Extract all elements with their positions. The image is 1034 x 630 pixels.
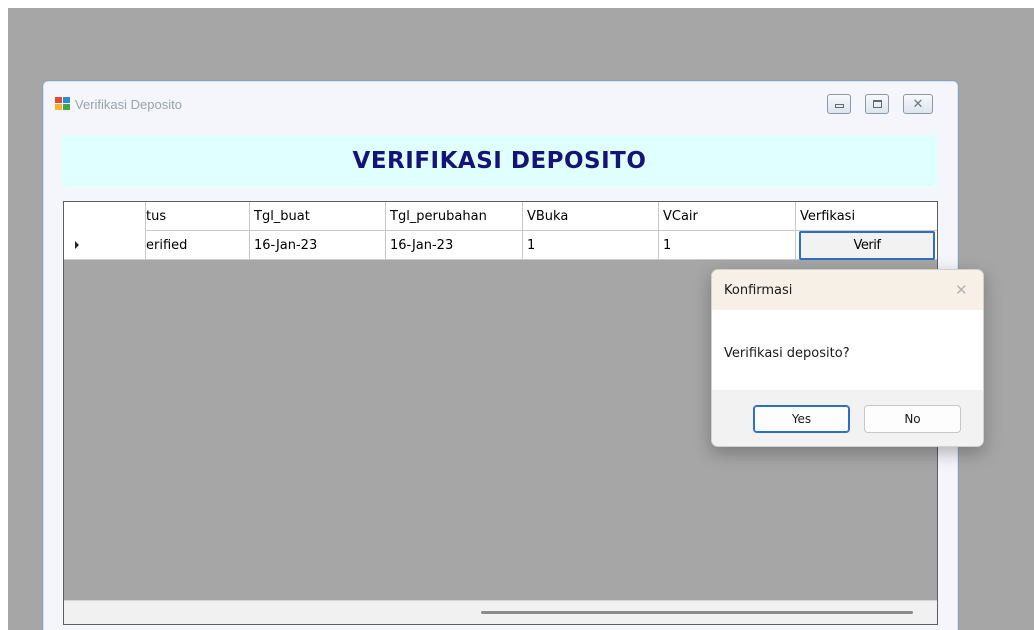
horizontal-scrollbar[interactable] [64, 600, 937, 624]
page-heading: VERIFIKASI DEPOSITO [352, 148, 647, 174]
dialog-footer: Yes No [712, 390, 983, 446]
close-button[interactable]: ✕ [903, 94, 933, 114]
dialog-message: Verifikasi deposito? [724, 346, 850, 361]
minimize-button[interactable] [827, 94, 851, 114]
konfirmasi-dialog: Konfirmasi ✕ Verifikasi deposito? Yes No [711, 269, 984, 447]
column-header-tgl-perubahan[interactable]: Tgl_perubahan [386, 202, 523, 231]
column-header-vbuka[interactable]: VBuka [523, 202, 659, 231]
scrollbar-thumb[interactable] [481, 611, 913, 614]
cell-tgl-perubahan[interactable]: 16-Jan-23 [386, 231, 523, 260]
maximize-button[interactable] [865, 94, 889, 114]
grid-header-row: tus Tgl_buat Tgl_perubahan VBuka VCair V… [64, 202, 937, 231]
maximize-icon [872, 100, 882, 108]
grid-corner-cell[interactable] [64, 202, 146, 231]
verif-button[interactable]: Verif [799, 231, 935, 260]
dialog-close-icon[interactable]: ✕ [955, 281, 968, 299]
header-panel: VERIFIKASI DEPOSITO [62, 135, 937, 187]
column-header-status[interactable]: tus [146, 202, 250, 231]
window-title: Verifikasi Deposito [75, 97, 182, 112]
dialog-body: Verifikasi deposito? [712, 310, 983, 390]
column-header-verifikasi[interactable]: Verfikasi [796, 202, 937, 231]
cell-tgl-buat[interactable]: 16-Jan-23 [250, 231, 386, 260]
close-icon: ✕ [912, 96, 924, 111]
row-header[interactable] [64, 231, 146, 260]
column-header-tgl-buat[interactable]: Tgl_buat [250, 202, 386, 231]
cell-status[interactable]: erified [146, 231, 250, 260]
cell-vcair[interactable]: 1 [659, 231, 796, 260]
dialog-titlebar[interactable]: Konfirmasi ✕ [712, 270, 983, 310]
app-icon [55, 97, 71, 111]
no-button[interactable]: No [864, 405, 961, 433]
minimize-icon [834, 104, 844, 108]
cell-vbuka[interactable]: 1 [523, 231, 659, 260]
row-pointer-icon [75, 241, 79, 249]
yes-button[interactable]: Yes [753, 405, 850, 433]
column-header-vcair[interactable]: VCair [659, 202, 796, 231]
window-titlebar[interactable]: Verifikasi Deposito ✕ [43, 81, 958, 129]
dialog-title: Konfirmasi [724, 283, 793, 298]
